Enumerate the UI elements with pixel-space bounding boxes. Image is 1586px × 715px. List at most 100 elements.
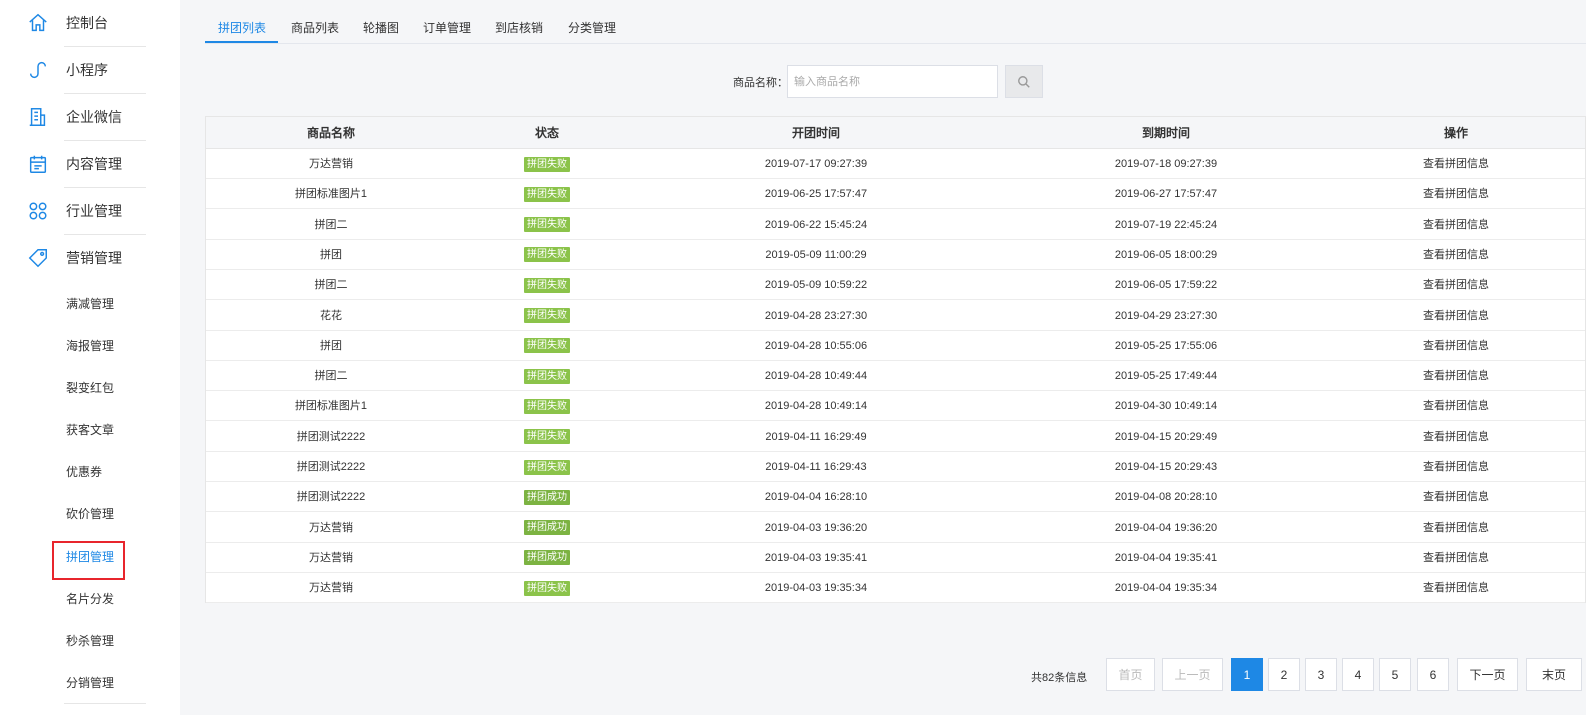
cell-end-time: 2019-05-25 17:49:44	[1114, 370, 1218, 383]
sidebar-item-content[interactable]: 内容管理	[0, 141, 180, 188]
sidebar-subitem-coupon[interactable]: 优惠券	[66, 464, 102, 480]
pagination-next[interactable]: 下一页	[1457, 658, 1518, 691]
table-row: 万达营销 拼团成功 2019-04-03 19:36:20 2019-04-04 19…	[206, 513, 1585, 543]
sidebar-item-marketing[interactable]: 营销管理	[0, 235, 180, 282]
cell-action: 查看拼团信息	[1386, 513, 1526, 543]
view-group-info-link[interactable]: 查看拼团信息	[1423, 370, 1489, 382]
search-input[interactable]	[787, 65, 998, 98]
cell-status: 拼团失败	[472, 391, 622, 421]
sidebar-item-dashboard[interactable]: 控制台	[0, 0, 180, 47]
cell-end-time: 2019-04-04 19:36:20	[1114, 521, 1218, 534]
status-badge: 拼团成功	[524, 489, 570, 505]
sidebar-item-label: 营销管理	[66, 250, 122, 266]
cell-start-time: 2019-04-03 19:35:41	[764, 551, 868, 564]
view-group-info-link[interactable]: 查看拼团信息	[1423, 491, 1489, 503]
tab-store-verify[interactable]: 到店核销	[495, 0, 543, 44]
col-header-name: 商品名称	[306, 126, 355, 140]
sidebar-item-mini-program[interactable]: 小程序	[0, 47, 180, 94]
cell-product-name: 拼团二	[314, 279, 348, 292]
cell-action: 查看拼团信息	[1386, 301, 1526, 331]
sidebar-item-label: 企业微信	[66, 109, 122, 125]
view-group-info-link[interactable]: 查看拼团信息	[1423, 249, 1489, 261]
sidebar-subitem-card[interactable]: 名片分发	[66, 591, 114, 607]
sidebar-subitem-red-packet[interactable]: 裂变红包	[66, 380, 114, 396]
pagination-page-6[interactable]: 6	[1417, 658, 1449, 691]
view-group-info-link[interactable]: 查看拼团信息	[1423, 552, 1489, 564]
table-row: 拼团标准图片1 拼团失败 2019-04-28 10:49:14 2019-04-30…	[206, 391, 1585, 422]
cell-product-name: 拼团	[320, 339, 342, 352]
cell-action: 查看拼团信息	[1386, 179, 1526, 209]
cell-action: 查看拼团信息	[1386, 210, 1526, 240]
cell-end-time: 2019-04-08 20:28:10	[1114, 491, 1218, 504]
cell-product-name: 万达营销	[309, 582, 353, 595]
view-group-info-link[interactable]: 查看拼团信息	[1423, 219, 1489, 231]
cell-action: 查看拼团信息	[1386, 422, 1526, 452]
cell-status: 拼团失败	[472, 179, 622, 209]
pagination-page-2[interactable]: 2	[1268, 658, 1300, 691]
tab-bar: 拼团列表 商品列表 轮播图 订单管理 到店核销 分类管理	[205, 0, 1586, 44]
cell-action: 查看拼团信息	[1386, 331, 1526, 361]
sidebar-item-wecom[interactable]: 企业微信	[0, 94, 180, 141]
pagination-page-4[interactable]: 4	[1342, 658, 1374, 691]
col-header-status: 状态	[534, 126, 559, 140]
pagination-last[interactable]: 末页	[1526, 658, 1582, 691]
cell-product-name: 万达营销	[309, 551, 353, 564]
tab-product-list[interactable]: 商品列表	[291, 0, 339, 44]
search-button[interactable]	[1005, 65, 1043, 98]
pagination-first[interactable]: 首页	[1106, 658, 1155, 691]
pagination-page-5[interactable]: 5	[1379, 658, 1411, 691]
view-group-info-link[interactable]: 查看拼团信息	[1423, 461, 1489, 473]
sidebar-item-label: 小程序	[66, 62, 108, 78]
cell-end-time: 2019-06-05 18:00:29	[1114, 248, 1218, 261]
sidebar-subitem-bargain[interactable]: 砍价管理	[66, 506, 114, 522]
divider	[64, 703, 146, 704]
cell-end-time: 2019-04-04 19:35:41	[1114, 551, 1218, 564]
view-group-info-link[interactable]: 查看拼团信息	[1423, 279, 1489, 291]
status-badge: 拼团失败	[524, 308, 570, 324]
cell-status: 拼团失败	[472, 573, 622, 603]
sidebar-subitem-group-buy[interactable]: 拼团管理	[66, 549, 114, 565]
view-group-info-link[interactable]: 查看拼团信息	[1423, 522, 1489, 534]
cell-status: 拼团成功	[472, 543, 622, 573]
cell-end-time: 2019-04-15 20:29:49	[1114, 430, 1218, 443]
cell-start-time: 2019-04-11 16:29:49	[765, 430, 867, 443]
sidebar-subitem-article[interactable]: 获客文章	[66, 422, 114, 438]
col-header-action: 操作	[1443, 126, 1468, 140]
sidebar: 控制台 小程序 企业微信 内容管理 行业管理 营销管理 满减管理 海报管理 裂变…	[0, 0, 180, 715]
status-badge: 拼团失败	[524, 186, 570, 202]
sidebar-subitem-distribution[interactable]: 分销管理	[66, 675, 114, 691]
view-group-info-link[interactable]: 查看拼团信息	[1423, 340, 1489, 352]
cell-action: 查看拼团信息	[1386, 270, 1526, 300]
cell-end-time: 2019-07-19 22:45:24	[1114, 218, 1218, 231]
cell-start-time: 2019-04-03 19:36:20	[764, 521, 868, 534]
view-group-info-link[interactable]: 查看拼团信息	[1423, 158, 1489, 170]
sidebar-subitem-poster[interactable]: 海报管理	[66, 338, 114, 354]
view-group-info-link[interactable]: 查看拼团信息	[1423, 431, 1489, 443]
pagination-prev[interactable]: 上一页	[1162, 658, 1223, 691]
status-badge: 拼团失败	[524, 459, 570, 475]
building-icon	[29, 108, 46, 126]
cell-status: 拼团失败	[472, 361, 622, 391]
view-group-info-link[interactable]: 查看拼团信息	[1423, 188, 1489, 200]
tab-group-list[interactable]: 拼团列表	[218, 0, 266, 44]
pagination-page-1[interactable]: 1	[1231, 658, 1263, 691]
sidebar-subitem-full-reduction[interactable]: 满减管理	[66, 296, 114, 312]
cell-status: 拼团失败	[472, 301, 622, 331]
cell-status: 拼团失败	[472, 270, 622, 300]
view-group-info-link[interactable]: 查看拼团信息	[1423, 310, 1489, 322]
tab-categories[interactable]: 分类管理	[568, 0, 616, 44]
tab-orders[interactable]: 订单管理	[423, 0, 471, 44]
cell-start-time: 2019-05-09 11:00:29	[765, 248, 867, 261]
status-badge: 拼团失败	[524, 156, 570, 172]
cell-product-name: 拼团测试2222	[296, 461, 366, 473]
cell-action: 查看拼团信息	[1386, 361, 1526, 391]
sidebar-subitem-flash-sale[interactable]: 秒杀管理	[66, 633, 114, 649]
view-group-info-link[interactable]: 查看拼团信息	[1423, 582, 1489, 594]
cell-status: 拼团失败	[472, 331, 622, 361]
view-group-info-link[interactable]: 查看拼团信息	[1423, 400, 1489, 412]
cell-action: 查看拼团信息	[1386, 240, 1526, 270]
tab-carousel[interactable]: 轮播图	[363, 0, 399, 44]
sidebar-item-industry[interactable]: 行业管理	[0, 188, 180, 235]
pagination-page-3[interactable]: 3	[1305, 658, 1337, 691]
cell-product-name: 拼团测试2222	[296, 430, 366, 443]
